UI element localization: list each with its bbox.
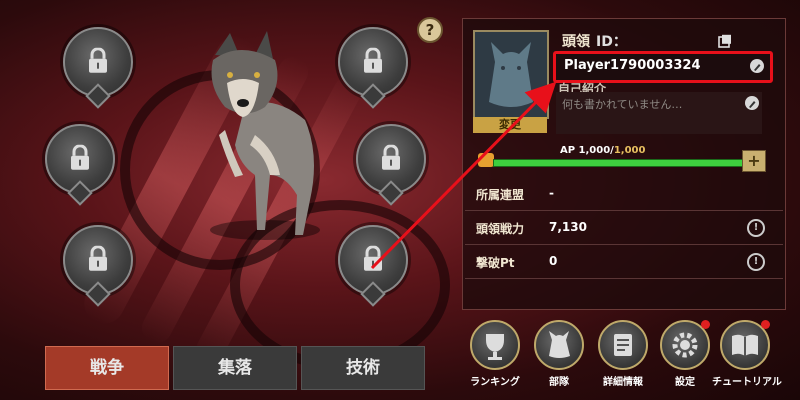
player-name-field[interactable]: Player1790003324 <box>553 51 773 83</box>
lock-icon <box>382 144 400 170</box>
menu-label: チュートリアル <box>712 377 782 388</box>
ap-max: 1,000 <box>613 145 646 156</box>
locked-slot[interactable] <box>338 225 408 307</box>
locked-slot[interactable] <box>45 124 115 206</box>
lock-icon <box>364 245 382 271</box>
info-icon[interactable]: ! <box>747 219 765 237</box>
change-avatar-button[interactable]: 変更 <box>473 117 547 133</box>
stat-label: 撃破Pt <box>476 256 515 270</box>
ranking-button[interactable]: ランキング <box>462 320 528 388</box>
stat-label: 所属連盟 <box>476 188 525 202</box>
ap-bar <box>493 159 745 167</box>
help-button[interactable]: ? <box>417 17 443 43</box>
lock-icon <box>89 245 107 271</box>
stat-row-power: 頭領戦力 7,130 ! <box>465 210 783 245</box>
notification-badge <box>701 320 710 329</box>
stat-value: 0 <box>549 254 558 268</box>
ap-readout: AP 1,000/1,000 <box>560 145 645 156</box>
slot-pointer <box>378 180 404 206</box>
locked-slot[interactable] <box>63 225 133 307</box>
lock-icon <box>71 144 89 170</box>
tab-war[interactable]: 戦争 <box>45 346 169 390</box>
ap-icon <box>478 153 494 167</box>
book-icon <box>732 334 758 356</box>
stat-row-alliance: 所属連盟 - <box>465 176 783 211</box>
character-scene <box>0 0 460 400</box>
slot-pointer <box>67 180 93 206</box>
menu-label: 部隊 <box>549 377 569 388</box>
tab-bar: 戦争 集落 技術 <box>45 346 425 390</box>
leader-label: 頭領 <box>562 34 590 50</box>
edit-name-icon[interactable] <box>750 59 764 73</box>
tutorial-button[interactable]: チュートリアル <box>712 320 782 388</box>
intro-field[interactable]: 何も書かれていません… <box>556 92 762 134</box>
lock-icon <box>364 47 382 73</box>
ap-current: AP 1,000/ <box>560 145 614 156</box>
details-button[interactable]: 詳細情報 <box>590 320 656 388</box>
locked-slot[interactable] <box>338 27 408 109</box>
stat-label: 頭領戦力 <box>476 222 525 236</box>
troops-button[interactable]: 部隊 <box>526 320 592 388</box>
add-ap-button[interactable]: + <box>742 150 766 172</box>
gear-icon <box>672 332 698 358</box>
wolf-head-icon <box>549 331 570 358</box>
menu-label: ランキング <box>470 377 520 388</box>
lock-icon <box>89 47 107 73</box>
wolf-head-icon <box>489 42 533 107</box>
wolf-character <box>210 31 320 240</box>
locked-slot[interactable] <box>63 27 133 109</box>
notification-badge <box>761 320 770 329</box>
stat-row-defeat-points: 撃破Pt 0 ! <box>465 244 783 279</box>
edit-intro-icon[interactable] <box>745 96 759 110</box>
slot-pointer <box>85 83 111 109</box>
slot-pointer <box>360 83 386 109</box>
player-name: Player1790003324 <box>564 58 701 73</box>
copy-id-icon[interactable] <box>718 34 732 48</box>
intro-placeholder: 何も書かれていません… <box>562 98 683 111</box>
menu-label: 詳細情報 <box>603 377 643 388</box>
avatar <box>473 30 549 119</box>
stat-value: 7,130 <box>549 220 587 234</box>
stat-value: - <box>549 186 554 200</box>
tab-technology[interactable]: 技術 <box>301 346 425 390</box>
trophy-icon <box>486 334 504 360</box>
locked-slot[interactable] <box>356 124 426 206</box>
settings-button[interactable]: 設定 <box>652 320 718 388</box>
id-label: ID： <box>596 34 627 50</box>
menu-label: 設定 <box>675 377 695 388</box>
tab-village[interactable]: 集落 <box>173 346 297 390</box>
info-icon[interactable]: ! <box>747 253 765 271</box>
scroll-icon <box>614 334 632 356</box>
